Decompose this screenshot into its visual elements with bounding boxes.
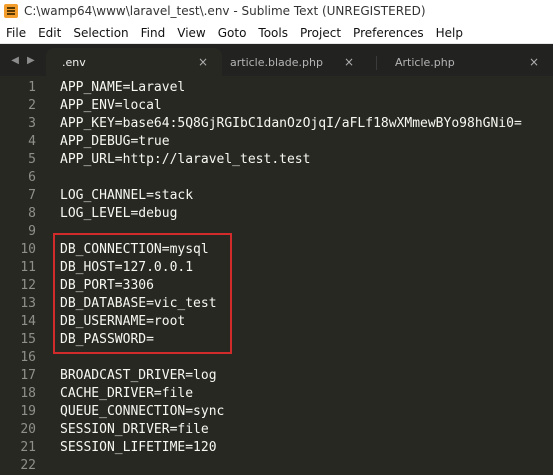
menu-help[interactable]: Help — [430, 26, 469, 40]
tab-env[interactable]: .env × — [46, 48, 222, 76]
db-config-highlight — [53, 233, 232, 354]
close-icon[interactable]: × — [529, 55, 539, 69]
code-line: 6 — [0, 169, 553, 187]
tab-article-blade[interactable]: article.blade.php × — [218, 48, 368, 76]
arrow-right-icon[interactable]: ▶ — [27, 55, 35, 66]
code-line: 17 BROADCAST_DRIVER=log — [0, 367, 553, 385]
code-text: SESSION_DRIVER=file — [60, 422, 209, 437]
line-number: 17 — [20, 368, 36, 383]
code-text: APP_KEY=base64:5Q8GjRGIbC1danOzOjqI/aFLf… — [60, 116, 522, 131]
menu-preferences[interactable]: Preferences — [347, 26, 430, 40]
code-line: 4 APP_DEBUG=true — [0, 133, 553, 151]
code-text: SESSION_LIFETIME=120 — [60, 440, 217, 455]
line-number: 18 — [20, 386, 36, 401]
menu-project[interactable]: Project — [294, 26, 347, 40]
line-number: 5 — [28, 152, 36, 167]
line-number: 6 — [28, 170, 36, 185]
code-line: 19 QUEUE_CONNECTION=sync — [0, 403, 553, 421]
code-text: QUEUE_CONNECTION=sync — [60, 404, 225, 419]
code-text: APP_ENV=local — [60, 98, 162, 113]
code-line: 18 CACHE_DRIVER=file — [0, 385, 553, 403]
arrow-left-icon[interactable]: ◀ — [11, 55, 19, 66]
code-line: 5 APP_URL=http://laravel_test.test — [0, 151, 553, 169]
line-number: 22 — [20, 458, 36, 473]
line-number: 9 — [28, 224, 36, 239]
tab-nav-arrows: ◀ ▶ — [0, 44, 46, 76]
line-number: 16 — [20, 350, 36, 365]
title-bar: C:\wamp64\www\laravel_test\.env - Sublim… — [0, 0, 553, 22]
code-text: CACHE_DRIVER=file — [60, 386, 194, 401]
line-number: 8 — [28, 206, 36, 221]
tab-divider — [376, 56, 377, 70]
menu-edit[interactable]: Edit — [32, 26, 67, 40]
menu-selection[interactable]: Selection — [67, 26, 134, 40]
code-text: LOG_LEVEL=debug — [60, 206, 178, 221]
code-line: 8 LOG_LEVEL=debug — [0, 205, 553, 223]
tab-bar: ◀ ▶ .env × article.blade.php × Article.p… — [0, 44, 553, 76]
code-line: 21 SESSION_LIFETIME=120 — [0, 439, 553, 457]
code-line: 20 SESSION_DRIVER=file — [0, 421, 553, 439]
menu-goto[interactable]: Goto — [212, 26, 253, 40]
line-number: 13 — [20, 296, 36, 311]
line-number: 19 — [20, 404, 36, 419]
code-text: APP_DEBUG=true — [60, 134, 170, 149]
line-number: 11 — [20, 260, 36, 275]
line-number: 14 — [20, 314, 36, 329]
line-number: 12 — [20, 278, 36, 293]
code-text: APP_URL=http://laravel_test.test — [60, 152, 311, 167]
code-text: BROADCAST_DRIVER=log — [60, 368, 217, 383]
code-line: 22 — [0, 457, 553, 475]
window-title: C:\wamp64\www\laravel_test\.env - Sublim… — [24, 4, 426, 18]
line-number: 20 — [20, 422, 36, 437]
close-icon[interactable]: × — [344, 55, 354, 69]
tab-label: article.blade.php — [230, 55, 323, 69]
line-number: 21 — [20, 440, 36, 455]
code-line: 1 APP_NAME=Laravel — [0, 79, 553, 97]
line-number: 4 — [28, 134, 36, 149]
tab-article-php[interactable]: Article.php × — [385, 48, 553, 76]
code-line: 2 APP_ENV=local — [0, 97, 553, 115]
line-number: 1 — [28, 80, 36, 95]
line-number: 7 — [28, 188, 36, 203]
menu-view[interactable]: View — [171, 26, 211, 40]
line-number: 10 — [20, 242, 36, 257]
code-line: 3 APP_KEY=base64:5Q8GjRGIbC1danOzOjqI/aFL… — [0, 115, 553, 133]
menu-bar: File Edit Selection Find View Goto Tools… — [0, 22, 553, 44]
line-number: 3 — [28, 116, 36, 131]
menu-tools[interactable]: Tools — [252, 26, 294, 40]
menu-find[interactable]: Find — [135, 26, 172, 40]
code-text: APP_NAME=Laravel — [60, 80, 186, 95]
sublime-text-icon — [4, 4, 18, 18]
code-line: 7 LOG_CHANNEL=stack — [0, 187, 553, 205]
tab-label: .env — [62, 55, 86, 69]
code-text: LOG_CHANNEL=stack — [60, 188, 194, 203]
tab-label: Article.php — [395, 55, 455, 69]
close-icon[interactable]: × — [198, 55, 208, 69]
menu-file[interactable]: File — [0, 26, 32, 40]
line-number: 15 — [20, 332, 36, 347]
line-number: 2 — [28, 98, 36, 113]
